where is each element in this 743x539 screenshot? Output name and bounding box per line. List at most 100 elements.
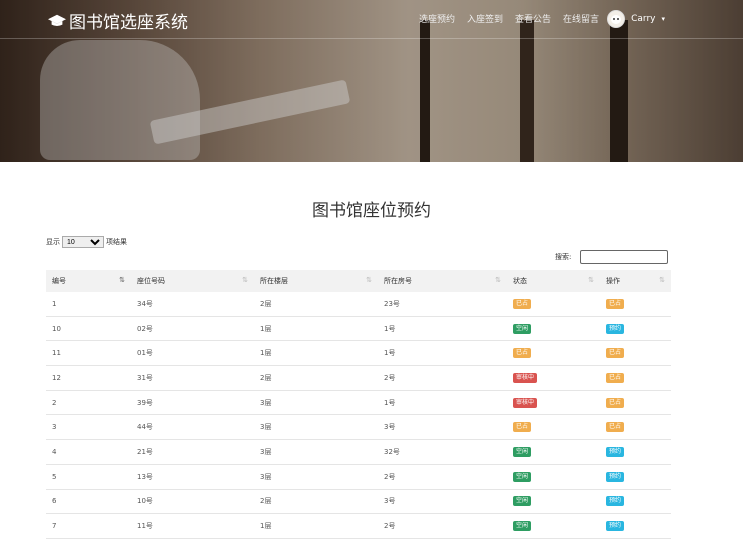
table-header-row: 编号 ⇅ 座位号码 ⇅ 所在楼层 ⇅ 所在房号 ⇅ 状态 ⇅ 操作 ⇅: [46, 270, 671, 292]
cell-action: 已占: [600, 414, 671, 441]
table-row: 3 44号 3层 3号 已占 已占: [46, 414, 671, 441]
cell-floor: 2层: [254, 489, 378, 515]
cell-room: 3号: [378, 489, 507, 515]
cell-id: 5: [46, 464, 131, 490]
brand-title: 图书馆选座系统: [69, 13, 188, 33]
table-row: 1 34号 2层 23号 已占 已占: [46, 292, 671, 317]
cell-floor: 2层: [254, 365, 378, 391]
status-badge: 已占: [513, 422, 532, 433]
column-header-id[interactable]: 编号 ⇅: [46, 270, 131, 292]
status-badge: 已占: [513, 298, 532, 309]
cell-id: 3: [46, 414, 131, 441]
cell-id: 6: [46, 489, 131, 515]
column-label: 操作: [606, 277, 620, 285]
status-badge: 空闲: [513, 471, 532, 482]
brand[interactable]: 图书馆选座系统: [48, 8, 188, 33]
cell-seat: 44号: [131, 414, 254, 441]
cell-status: 已占: [507, 340, 600, 367]
action-button[interactable]: 预约: [606, 471, 625, 482]
cell-floor: 3层: [254, 464, 378, 490]
cell-id: 7: [46, 513, 131, 539]
status-badge: 已占: [513, 348, 532, 359]
action-button[interactable]: 已占: [606, 397, 625, 408]
cell-floor: 1层: [254, 513, 378, 539]
search-label: 搜索:: [555, 253, 572, 261]
cell-room: 1号: [378, 340, 507, 367]
column-header-floor[interactable]: 所在楼层 ⇅: [254, 270, 378, 292]
column-header-status[interactable]: 状态 ⇅: [507, 270, 600, 292]
cell-id: 12: [46, 365, 131, 391]
cell-action: 已占: [600, 390, 671, 416]
action-button[interactable]: 预约: [606, 521, 625, 532]
cell-seat: 31号: [131, 365, 254, 391]
cell-status: 审核中: [507, 390, 600, 416]
cell-action: 预约: [600, 489, 671, 515]
cell-seat: 02号: [131, 316, 254, 342]
cell-room: 1号: [378, 390, 507, 416]
cell-status: 空闲: [507, 316, 600, 342]
status-badge: 空闲: [513, 446, 532, 457]
user-menu[interactable]: Carry ▾: [607, 10, 665, 28]
cell-id: 11: [46, 340, 131, 367]
cell-room: 32号: [378, 439, 507, 465]
column-header-action[interactable]: 操作 ⇅: [600, 270, 671, 292]
nav-item-announcements[interactable]: 查看公告: [515, 12, 551, 25]
cell-room: 23号: [378, 292, 507, 317]
cell-floor: 1层: [254, 340, 378, 367]
cell-room: 2号: [378, 464, 507, 490]
table-search: 搜索:: [555, 250, 669, 264]
cell-floor: 3层: [254, 414, 378, 441]
cell-seat: 11号: [131, 513, 254, 539]
cell-action: 预约: [600, 464, 671, 490]
action-button[interactable]: 已占: [606, 422, 625, 433]
sort-icon: ⇅: [242, 276, 248, 284]
cell-room: 2号: [378, 365, 507, 391]
cell-id: 2: [46, 390, 131, 416]
cell-action: 已占: [600, 365, 671, 391]
action-button[interactable]: 已占: [606, 348, 625, 359]
action-button[interactable]: 已占: [606, 372, 625, 383]
status-badge: 空闲: [513, 323, 532, 334]
column-label: 状态: [513, 277, 527, 285]
table-row: 2 39号 3层 1号 审核中 已占: [46, 390, 671, 416]
column-label: 所在房号: [384, 277, 412, 285]
cell-action: 预约: [600, 513, 671, 539]
avatar: [607, 10, 626, 28]
cell-id: 4: [46, 439, 131, 465]
page-length-select[interactable]: 10: [62, 236, 104, 248]
user-name: Carry: [631, 14, 656, 24]
cell-seat: 13号: [131, 464, 254, 490]
nav-item-checkin[interactable]: 入座签到: [467, 12, 503, 25]
column-header-seat[interactable]: 座位号码 ⇅: [131, 270, 254, 292]
table-row: 6 10号 2层 3号 空闲 预约: [46, 489, 671, 515]
top-navbar: 图书馆选座系统 选座预约 入座签到 查看公告 在线留言 Carry ▾: [0, 0, 743, 39]
cell-status: 已占: [507, 292, 600, 317]
action-button[interactable]: 预约: [606, 323, 625, 334]
action-button[interactable]: 预约: [606, 446, 625, 457]
cell-seat: 21号: [131, 439, 254, 465]
cell-seat: 10号: [131, 489, 254, 515]
status-badge: 空闲: [513, 496, 532, 507]
page-length-control: 显示 10 项结果: [46, 236, 127, 248]
cell-seat: 01号: [131, 340, 254, 367]
length-suffix: 项结果: [106, 238, 127, 246]
nav-item-messages[interactable]: 在线留言: [563, 12, 599, 25]
cell-floor: 1层: [254, 316, 378, 342]
action-button[interactable]: 已占: [606, 298, 625, 309]
table-body: 1 34号 2层 23号 已占 已占 10 02号 1层 1号 空闲 预约 11 01号 1层 1号 已占 已占 1…: [46, 292, 671, 539]
caret-down-icon: ▾: [661, 15, 665, 23]
table-row: 4 21号 3层 32号 空闲 预约: [46, 439, 671, 465]
status-badge: 审核中: [513, 397, 538, 408]
cell-status: 空闲: [507, 464, 600, 490]
cell-id: 1: [46, 292, 131, 317]
graduation-cap-icon: [48, 14, 66, 26]
search-input[interactable]: [580, 250, 669, 264]
cell-floor: 3层: [254, 439, 378, 465]
status-badge: 空闲: [513, 521, 532, 532]
nav-item-seat-booking[interactable]: 选座预约: [419, 12, 455, 25]
action-button[interactable]: 预约: [606, 496, 625, 507]
column-header-room[interactable]: 所在房号 ⇅: [378, 270, 507, 292]
cell-room: 2号: [378, 513, 507, 539]
cell-room: 3号: [378, 414, 507, 441]
cell-status: 已占: [507, 414, 600, 441]
